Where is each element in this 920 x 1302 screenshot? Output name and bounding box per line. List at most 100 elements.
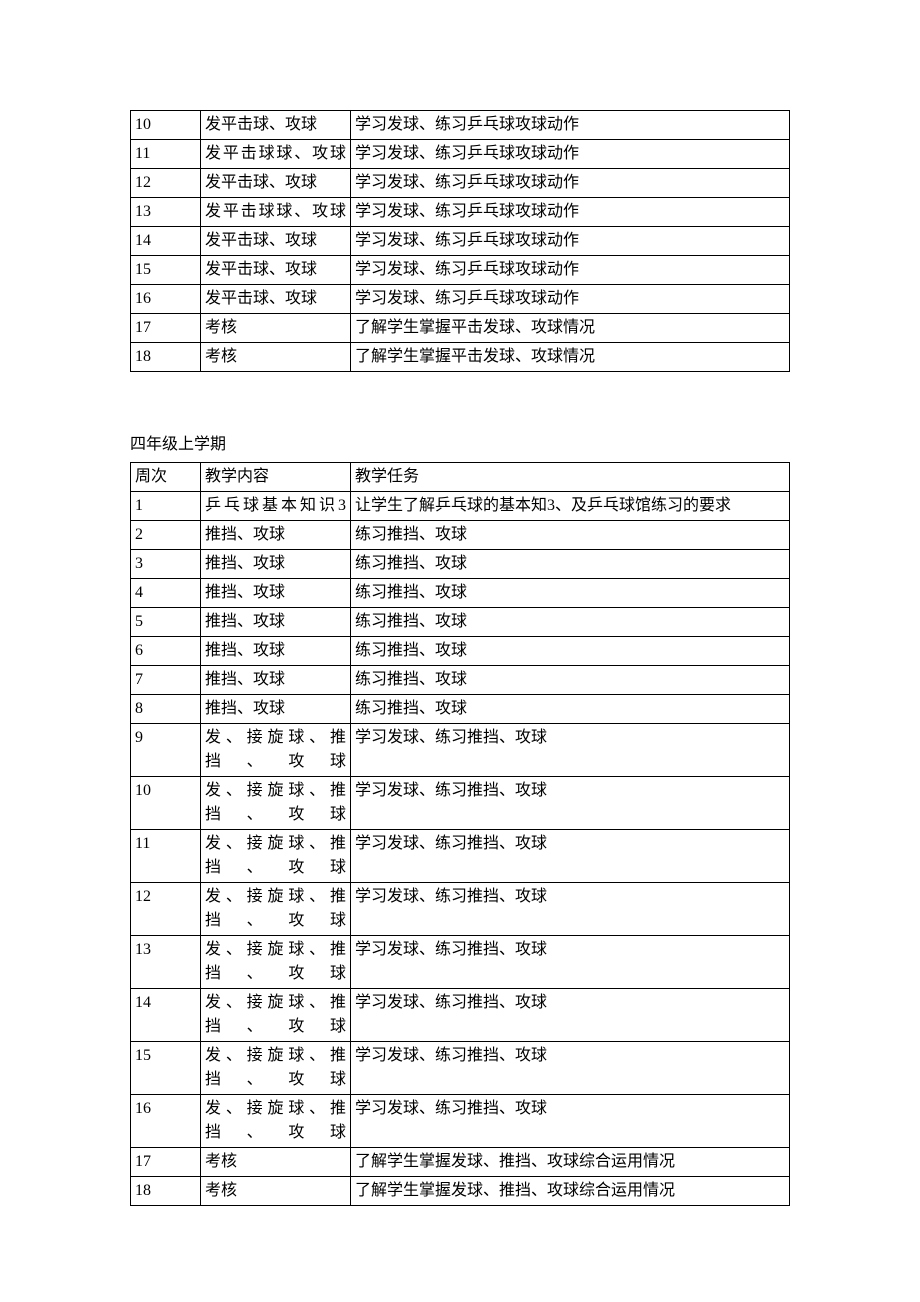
cell-week: 15 [131, 256, 201, 285]
cell-week: 16 [131, 285, 201, 314]
document-page: 10发平击球、攻球学习发球、练习乒乓球攻球动作11发平击球球、攻球学习发球、练习… [0, 0, 920, 1302]
cell-task: 练习推挡、攻球 [351, 665, 790, 694]
cell-week: 12 [131, 169, 201, 198]
cell-content: 考核 [201, 314, 351, 343]
table-header-row: 周次教学内容教学任务 [131, 462, 790, 491]
table-row: 12发、接旋球、推挡、攻球学习发球、练习推挡、攻球 [131, 882, 790, 935]
cell-week: 18 [131, 1176, 201, 1205]
cell-content: 发平击球球、攻球 [201, 198, 351, 227]
cell-task: 了解学生掌握平击发球、攻球情况 [351, 343, 790, 372]
cell-task: 练习推挡、攻球 [351, 520, 790, 549]
schedule-table-2: 周次教学内容教学任务1乒乓球基本知识3让学生了解乒乓球的基本知3、及乒乓球馆练习… [130, 462, 790, 1206]
cell-task: 学习发球、练习推挡、攻球 [351, 882, 790, 935]
table-row: 15发平击球、攻球学习发球、练习乒乓球攻球动作 [131, 256, 790, 285]
cell-task: 学习发球、练习乒乓球攻球动作 [351, 111, 790, 140]
cell-task: 学习发球、练习推挡、攻球 [351, 776, 790, 829]
cell-week: 14 [131, 227, 201, 256]
table-row: 14发平击球、攻球学习发球、练习乒乓球攻球动作 [131, 227, 790, 256]
table-row: 7推挡、攻球练习推挡、攻球 [131, 665, 790, 694]
cell-task: 学习发球、练习乒乓球攻球动作 [351, 256, 790, 285]
cell-week: 16 [131, 1094, 201, 1147]
cell-task: 练习推挡、攻球 [351, 636, 790, 665]
cell-content: 推挡、攻球 [201, 607, 351, 636]
cell-week: 12 [131, 882, 201, 935]
table-row: 2推挡、攻球练习推挡、攻球 [131, 520, 790, 549]
cell-content: 发平击球、攻球 [201, 169, 351, 198]
schedule-table-1: 10发平击球、攻球学习发球、练习乒乓球攻球动作11发平击球球、攻球学习发球、练习… [130, 110, 790, 372]
cell-content: 发平击球、攻球 [201, 227, 351, 256]
cell-task: 学习发球、练习乒乓球攻球动作 [351, 227, 790, 256]
cell-task: 了解学生掌握发球、推挡、攻球综合运用情况 [351, 1176, 790, 1205]
cell-week: 18 [131, 343, 201, 372]
cell-task: 了解学生掌握发球、推挡、攻球综合运用情况 [351, 1147, 790, 1176]
table-row: 18考核了解学生掌握发球、推挡、攻球综合运用情况 [131, 1176, 790, 1205]
table-row: 6推挡、攻球练习推挡、攻球 [131, 636, 790, 665]
table-row: 9发、接旋球、推挡、攻球学习发球、练习推挡、攻球 [131, 723, 790, 776]
cell-task: 学习发球、练习推挡、攻球 [351, 723, 790, 776]
cell-content: 发、接旋球、推挡、攻球 [201, 1041, 351, 1094]
cell-content: 发、接旋球、推挡、攻球 [201, 882, 351, 935]
cell-week: 11 [131, 140, 201, 169]
cell-content: 发平击球球、攻球 [201, 140, 351, 169]
table-row: 10发、接旋球、推挡、攻球学习发球、练习推挡、攻球 [131, 776, 790, 829]
cell-task: 学习发球、练习乒乓球攻球动作 [351, 140, 790, 169]
cell-content: 考核 [201, 343, 351, 372]
cell-week: 5 [131, 607, 201, 636]
cell-content: 推挡、攻球 [201, 665, 351, 694]
table-row: 11发、接旋球、推挡、攻球学习发球、练习推挡、攻球 [131, 829, 790, 882]
cell-task: 练习推挡、攻球 [351, 607, 790, 636]
cell-content: 发平击球、攻球 [201, 256, 351, 285]
section-title-grade4: 四年级上学期 [130, 432, 790, 458]
table-row: 10发平击球、攻球学习发球、练习乒乓球攻球动作 [131, 111, 790, 140]
cell-content: 发、接旋球、推挡、攻球 [201, 723, 351, 776]
cell-content: 发平击球、攻球 [201, 285, 351, 314]
table-row: 16发平击球、攻球学习发球、练习乒乓球攻球动作 [131, 285, 790, 314]
cell-week: 15 [131, 1041, 201, 1094]
cell-week: 11 [131, 829, 201, 882]
cell-week: 6 [131, 636, 201, 665]
cell-week: 13 [131, 198, 201, 227]
cell-content: 推挡、攻球 [201, 636, 351, 665]
cell-task: 学习发球、练习推挡、攻球 [351, 1041, 790, 1094]
cell-content: 发平击球、攻球 [201, 111, 351, 140]
cell-task: 学习发球、练习推挡、攻球 [351, 1094, 790, 1147]
header-week: 周次 [131, 462, 201, 491]
cell-week: 10 [131, 111, 201, 140]
cell-week: 3 [131, 549, 201, 578]
table-row: 11发平击球球、攻球学习发球、练习乒乓球攻球动作 [131, 140, 790, 169]
cell-week: 14 [131, 988, 201, 1041]
table-row: 14发、接旋球、推挡、攻球学习发球、练习推挡、攻球 [131, 988, 790, 1041]
table-row: 4推挡、攻球练习推挡、攻球 [131, 578, 790, 607]
cell-content: 考核 [201, 1176, 351, 1205]
cell-content: 乒乓球基本知识3 [201, 491, 351, 520]
table-row: 16发、接旋球、推挡、攻球学习发球、练习推挡、攻球 [131, 1094, 790, 1147]
cell-task: 学习发球、练习乒乓球攻球动作 [351, 285, 790, 314]
table-row: 17考核了解学生掌握发球、推挡、攻球综合运用情况 [131, 1147, 790, 1176]
cell-task: 学习发球、练习推挡、攻球 [351, 935, 790, 988]
cell-task: 学习发球、练习乒乓球攻球动作 [351, 169, 790, 198]
cell-content: 推挡、攻球 [201, 520, 351, 549]
cell-task: 了解学生掌握平击发球、攻球情况 [351, 314, 790, 343]
cell-task: 练习推挡、攻球 [351, 694, 790, 723]
cell-content: 发、接旋球、推挡、攻球 [201, 829, 351, 882]
cell-week: 17 [131, 314, 201, 343]
cell-week: 9 [131, 723, 201, 776]
cell-content: 发、接旋球、推挡、攻球 [201, 776, 351, 829]
cell-content: 推挡、攻球 [201, 578, 351, 607]
cell-content: 发、接旋球、推挡、攻球 [201, 988, 351, 1041]
cell-week: 8 [131, 694, 201, 723]
header-task: 教学任务 [351, 462, 790, 491]
table-row: 18考核了解学生掌握平击发球、攻球情况 [131, 343, 790, 372]
table-row: 15发、接旋球、推挡、攻球学习发球、练习推挡、攻球 [131, 1041, 790, 1094]
table-row: 12发平击球、攻球学习发球、练习乒乓球攻球动作 [131, 169, 790, 198]
cell-task: 练习推挡、攻球 [351, 549, 790, 578]
table-row: 1乒乓球基本知识3让学生了解乒乓球的基本知3、及乒乓球馆练习的要求 [131, 491, 790, 520]
cell-content: 发、接旋球、推挡、攻球 [201, 1094, 351, 1147]
cell-task: 练习推挡、攻球 [351, 578, 790, 607]
cell-week: 17 [131, 1147, 201, 1176]
cell-content: 推挡、攻球 [201, 549, 351, 578]
cell-content: 考核 [201, 1147, 351, 1176]
table-row: 13发、接旋球、推挡、攻球学习发球、练习推挡、攻球 [131, 935, 790, 988]
table-row: 5推挡、攻球练习推挡、攻球 [131, 607, 790, 636]
table-row: 13发平击球球、攻球学习发球、练习乒乓球攻球动作 [131, 198, 790, 227]
